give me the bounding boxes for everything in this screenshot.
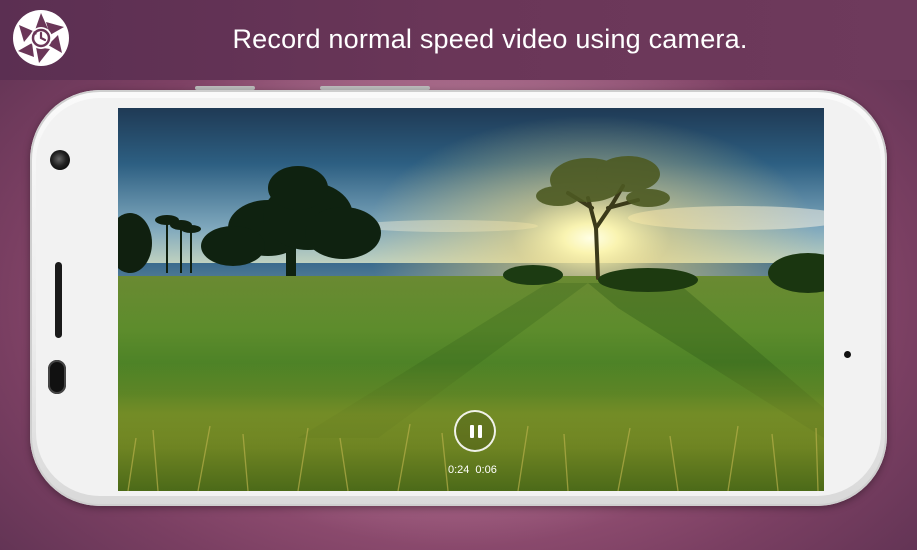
camera-aperture-timer-icon[interactable]: [12, 9, 70, 67]
front-camera-icon: [50, 150, 70, 170]
phone-home-button: [48, 360, 66, 394]
pause-icon: [478, 425, 482, 438]
page-title: Record normal speed video using camera.: [232, 24, 748, 54]
phone-speaker: [55, 262, 62, 338]
video-player[interactable]: 0:24 0:06: [118, 108, 824, 491]
pause-button[interactable]: [454, 410, 496, 452]
elapsed-time: 0:24: [448, 464, 470, 476]
pause-icon: [470, 425, 474, 438]
header-bar: Record normal speed video using camera.: [0, 0, 917, 80]
playback-times: 0:24 0:06: [448, 464, 508, 478]
remaining-time: 0:06: [475, 464, 497, 476]
phone-sensor: [844, 351, 851, 358]
